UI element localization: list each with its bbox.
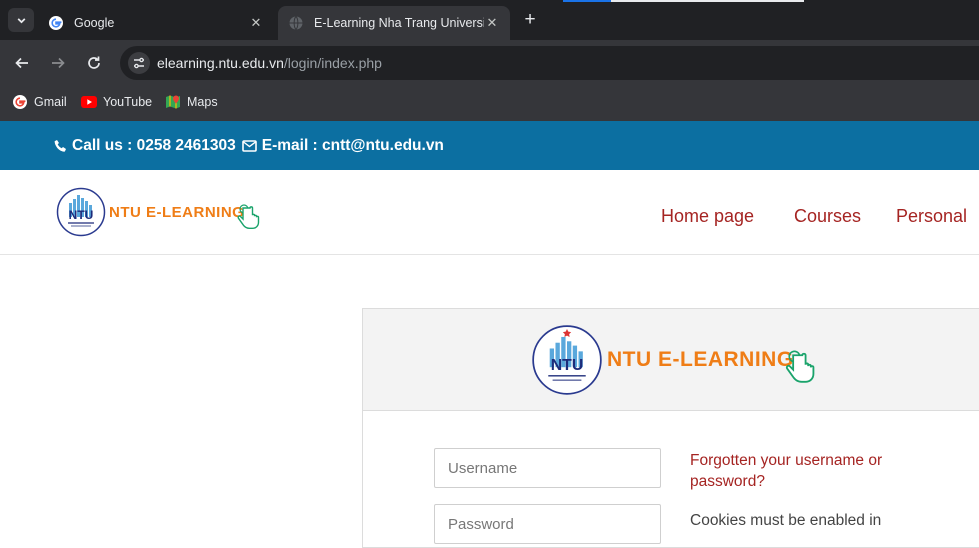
bookmark-label: YouTube bbox=[103, 95, 153, 109]
reload-button[interactable] bbox=[82, 51, 106, 75]
svg-text:NTU: NTU bbox=[551, 357, 584, 374]
arrow-left-icon bbox=[15, 57, 28, 69]
bookmark-label: Gmail bbox=[34, 95, 67, 109]
ntu-seal-icon: NTU bbox=[56, 187, 106, 237]
new-tab-button[interactable]: + bbox=[520, 9, 540, 31]
tab-search-button[interactable] bbox=[8, 8, 34, 32]
phone-label: Call us : 0258 2461303 bbox=[72, 136, 236, 154]
login-logo: NTU NTU E-LEARNING bbox=[531, 324, 818, 396]
username-input[interactable] bbox=[434, 448, 661, 488]
site-header: NTU NTU E-LEARNING Home page Courses Per… bbox=[0, 170, 979, 255]
login-site-name: NTU E-LEARNING bbox=[607, 348, 794, 371]
back-button[interactable] bbox=[10, 51, 34, 75]
site-settings-icon[interactable] bbox=[128, 52, 150, 74]
globe-icon bbox=[288, 15, 304, 31]
email-label: E-mail : cntt@ntu.edu.vn bbox=[261, 136, 444, 154]
cookies-notice: Cookies must be enabled in bbox=[690, 512, 882, 529]
nav-courses[interactable]: Courses bbox=[794, 206, 861, 227]
tab-title: Google bbox=[74, 16, 115, 30]
login-card: NTU NTU E-LEARNING Forgotten your userna… bbox=[362, 308, 979, 548]
reload-icon bbox=[88, 56, 100, 69]
forgot-password-link[interactable]: Forgotten your username or password? bbox=[690, 450, 930, 492]
bookmark-maps[interactable]: Maps bbox=[165, 94, 218, 110]
url-path: /login/index.php bbox=[283, 55, 382, 71]
password-input[interactable] bbox=[434, 504, 661, 544]
pointer-hand-icon bbox=[237, 204, 260, 229]
google-icon bbox=[12, 94, 28, 110]
ntu-seal-icon: NTU bbox=[532, 325, 602, 395]
bookmark-label: Maps bbox=[187, 95, 218, 109]
site-name: NTU E-LEARNING bbox=[109, 203, 245, 221]
pointer-hand-icon bbox=[785, 350, 815, 383]
maps-icon bbox=[165, 94, 181, 110]
tab-elearning[interactable]: E-Learning Nha Trang University ✕ bbox=[278, 6, 510, 40]
phone-icon bbox=[54, 139, 67, 153]
bookmark-youtube[interactable]: YouTube bbox=[81, 94, 152, 110]
browser-tabstrip: Google ✕ E-Learning Nha Trang University… bbox=[0, 0, 979, 40]
tab-google[interactable]: Google ✕ bbox=[38, 6, 274, 40]
svg-text:NTU: NTU bbox=[69, 208, 94, 222]
browser-toolbar: elearning.ntu.edu.vn/login/index.php bbox=[0, 40, 979, 86]
arrow-right-icon bbox=[52, 57, 65, 69]
google-icon bbox=[48, 15, 64, 31]
address-bar[interactable]: elearning.ntu.edu.vn/login/index.php bbox=[120, 46, 979, 80]
window-accent bbox=[563, 0, 611, 2]
url-text: elearning.ntu.edu.vn/login/index.php bbox=[157, 55, 382, 71]
nav-personal[interactable]: Personal bbox=[896, 206, 967, 227]
tab-title: E-Learning Nha Trang University bbox=[314, 16, 484, 30]
youtube-icon bbox=[81, 94, 97, 110]
close-icon[interactable]: ✕ bbox=[484, 15, 500, 31]
site-logo[interactable]: NTU NTU E-LEARNING bbox=[56, 187, 262, 237]
contact-bar: Call us : 0258 2461303 E-mail : cntt@ntu… bbox=[0, 121, 979, 170]
bookmark-gmail[interactable]: Gmail bbox=[12, 94, 67, 110]
login-card-header: NTU NTU E-LEARNING bbox=[363, 309, 979, 411]
window-accent bbox=[611, 0, 804, 2]
url-host: elearning.ntu.edu.vn bbox=[157, 55, 284, 71]
envelope-icon bbox=[241, 139, 257, 152]
chevron-down-icon bbox=[17, 17, 25, 23]
forward-button[interactable] bbox=[46, 51, 70, 75]
bookmarks-bar: Gmail YouTube Maps bbox=[0, 86, 979, 121]
nav-home[interactable]: Home page bbox=[661, 206, 754, 227]
close-icon[interactable]: ✕ bbox=[248, 15, 264, 31]
